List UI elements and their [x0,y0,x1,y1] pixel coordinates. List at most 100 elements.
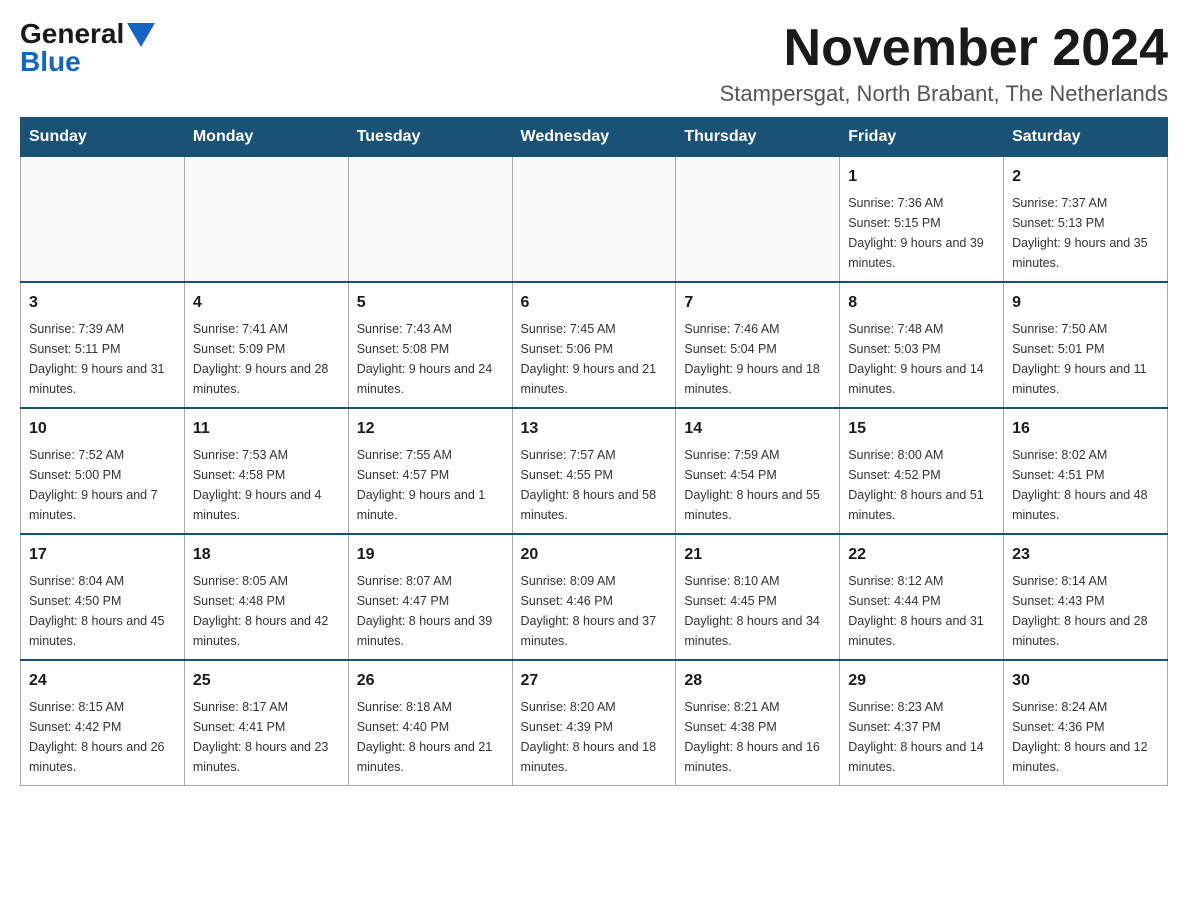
table-row: 14Sunrise: 7:59 AMSunset: 4:54 PMDayligh… [676,408,840,534]
month-title: November 2024 [720,20,1168,77]
day-info: Sunrise: 8:10 AMSunset: 4:45 PMDaylight:… [684,571,831,651]
table-row: 5 Sunrise: 7:43 AMSunset: 5:08 PMDaylight… [348,282,512,408]
table-row: 30 Sunrise: 8:24 AMSunset: 4:36 PMDayligh… [1004,660,1168,786]
table-row: 15 Sunrise: 8:00 AMSunset: 4:52 PMDayligh… [840,408,1004,534]
day-info: Sunrise: 7:59 AMSunset: 4:54 PMDaylight:… [684,445,831,525]
day-info: Sunrise: 8:17 AMSunset: 4:41 PMDaylight:… [193,697,340,777]
table-row: 6Sunrise: 7:45 AMSunset: 5:06 PMDaylight… [512,282,676,408]
table-row: 19 Sunrise: 8:07 AMSunset: 4:47 PMDayligh… [348,534,512,660]
day-info: Sunrise: 7:50 AMSunset: 5:01 PMDaylight:… [1012,319,1159,399]
table-row [348,157,512,283]
page-header: General Blue November 2024 Stampersgat, … [20,20,1168,107]
table-row: 25Sunrise: 8:17 AMSunset: 4:41 PMDayligh… [184,660,348,786]
day-info: Sunrise: 8:14 AMSunset: 4:43 PMDaylight:… [1012,571,1159,651]
table-row: 24 Sunrise: 8:15 AMSunset: 4:42 PMDayligh… [21,660,185,786]
table-row: 13Sunrise: 7:57 AMSunset: 4:55 PMDayligh… [512,408,676,534]
day-number: 6 [521,291,668,315]
day-info: Sunrise: 7:53 AMSunset: 4:58 PMDaylight:… [193,445,340,525]
day-number: 15 [848,417,995,441]
day-number: 4 [193,291,340,315]
table-row [21,157,185,283]
day-number: 5 [357,291,504,315]
day-number: 18 [193,543,340,567]
day-info: Sunrise: 8:02 AMSunset: 4:51 PMDaylight:… [1012,445,1159,525]
day-info: Sunrise: 8:04 AMSunset: 4:50 PMDaylight:… [29,571,176,651]
table-row: 10Sunrise: 7:52 AMSunset: 5:00 PMDayligh… [21,408,185,534]
calendar-week-4: 17 Sunrise: 8:04 AMSunset: 4:50 PMDayligh… [21,534,1168,660]
table-row [512,157,676,283]
calendar-table: Sunday Monday Tuesday Wednesday Thursday… [20,117,1168,786]
logo: General Blue [20,20,155,76]
day-info: Sunrise: 7:55 AMSunset: 4:57 PMDaylight:… [357,445,504,525]
day-number: 27 [521,669,668,693]
day-info: Sunrise: 8:12 AMSunset: 4:44 PMDaylight:… [848,571,995,651]
header-sunday: Sunday [21,118,185,157]
table-row: 7 Sunrise: 7:46 AMSunset: 5:04 PMDaylight… [676,282,840,408]
day-info: Sunrise: 7:46 AMSunset: 5:04 PMDaylight:… [684,319,831,399]
location-title: Stampersgat, North Brabant, The Netherla… [720,81,1168,107]
table-row: 9 Sunrise: 7:50 AMSunset: 5:01 PMDaylight… [1004,282,1168,408]
day-number: 23 [1012,543,1159,567]
logo-triangle-icon [127,23,155,47]
day-info: Sunrise: 8:05 AMSunset: 4:48 PMDaylight:… [193,571,340,651]
day-info: Sunrise: 7:39 AMSunset: 5:11 PMDaylight:… [29,319,176,399]
day-info: Sunrise: 8:07 AMSunset: 4:47 PMDaylight:… [357,571,504,651]
table-row: 23 Sunrise: 8:14 AMSunset: 4:43 PMDayligh… [1004,534,1168,660]
table-row: 16Sunrise: 8:02 AMSunset: 4:51 PMDayligh… [1004,408,1168,534]
day-number: 26 [357,669,504,693]
table-row [676,157,840,283]
day-number: 30 [1012,669,1159,693]
day-info: Sunrise: 7:37 AMSunset: 5:13 PMDaylight:… [1012,193,1159,273]
header-monday: Monday [184,118,348,157]
day-number: 28 [684,669,831,693]
day-number: 29 [848,669,995,693]
table-row: 27 Sunrise: 8:20 AMSunset: 4:39 PMDayligh… [512,660,676,786]
day-info: Sunrise: 8:20 AMSunset: 4:39 PMDaylight:… [521,697,668,777]
day-number: 1 [848,165,995,189]
day-number: 8 [848,291,995,315]
table-row: 4Sunrise: 7:41 AMSunset: 5:09 PMDaylight… [184,282,348,408]
day-info: Sunrise: 7:48 AMSunset: 5:03 PMDaylight:… [848,319,995,399]
table-row: 17 Sunrise: 8:04 AMSunset: 4:50 PMDayligh… [21,534,185,660]
table-row: 11 Sunrise: 7:53 AMSunset: 4:58 PMDayligh… [184,408,348,534]
day-info: Sunrise: 7:36 AMSunset: 5:15 PMDaylight:… [848,193,995,273]
day-number: 20 [521,543,668,567]
table-row: 22 Sunrise: 8:12 AMSunset: 4:44 PMDayligh… [840,534,1004,660]
day-info: Sunrise: 8:09 AMSunset: 4:46 PMDaylight:… [521,571,668,651]
header-thursday: Thursday [676,118,840,157]
table-row: 29 Sunrise: 8:23 AMSunset: 4:37 PMDayligh… [840,660,1004,786]
day-info: Sunrise: 8:21 AMSunset: 4:38 PMDaylight:… [684,697,831,777]
calendar-week-3: 10Sunrise: 7:52 AMSunset: 5:00 PMDayligh… [21,408,1168,534]
day-number: 24 [29,669,176,693]
header-wednesday: Wednesday [512,118,676,157]
day-number: 10 [29,417,176,441]
day-number: 2 [1012,165,1159,189]
table-row: 2 Sunrise: 7:37 AMSunset: 5:13 PMDaylight… [1004,157,1168,283]
day-info: Sunrise: 8:00 AMSunset: 4:52 PMDaylight:… [848,445,995,525]
day-info: Sunrise: 7:43 AMSunset: 5:08 PMDaylight:… [357,319,504,399]
table-row: 12Sunrise: 7:55 AMSunset: 4:57 PMDayligh… [348,408,512,534]
logo-general-text: General [20,20,124,48]
day-number: 7 [684,291,831,315]
day-number: 3 [29,291,176,315]
day-number: 17 [29,543,176,567]
day-info: Sunrise: 8:15 AMSunset: 4:42 PMDaylight:… [29,697,176,777]
table-row: 8 Sunrise: 7:48 AMSunset: 5:03 PMDaylight… [840,282,1004,408]
table-row: 18 Sunrise: 8:05 AMSunset: 4:48 PMDayligh… [184,534,348,660]
table-row: 20 Sunrise: 8:09 AMSunset: 4:46 PMDayligh… [512,534,676,660]
day-info: Sunrise: 8:24 AMSunset: 4:36 PMDaylight:… [1012,697,1159,777]
table-row: 3 Sunrise: 7:39 AMSunset: 5:11 PMDaylight… [21,282,185,408]
table-row: 26Sunrise: 8:18 AMSunset: 4:40 PMDayligh… [348,660,512,786]
day-number: 19 [357,543,504,567]
day-number: 22 [848,543,995,567]
day-info: Sunrise: 8:23 AMSunset: 4:37 PMDaylight:… [848,697,995,777]
title-area: November 2024 Stampersgat, North Brabant… [720,20,1168,107]
day-number: 9 [1012,291,1159,315]
table-row: 21Sunrise: 8:10 AMSunset: 4:45 PMDayligh… [676,534,840,660]
table-row [184,157,348,283]
day-number: 11 [193,417,340,441]
table-row: 1 Sunrise: 7:36 AMSunset: 5:15 PMDaylight… [840,157,1004,283]
calendar-week-5: 24 Sunrise: 8:15 AMSunset: 4:42 PMDayligh… [21,660,1168,786]
calendar-week-1: 1 Sunrise: 7:36 AMSunset: 5:15 PMDaylight… [21,157,1168,283]
header-tuesday: Tuesday [348,118,512,157]
